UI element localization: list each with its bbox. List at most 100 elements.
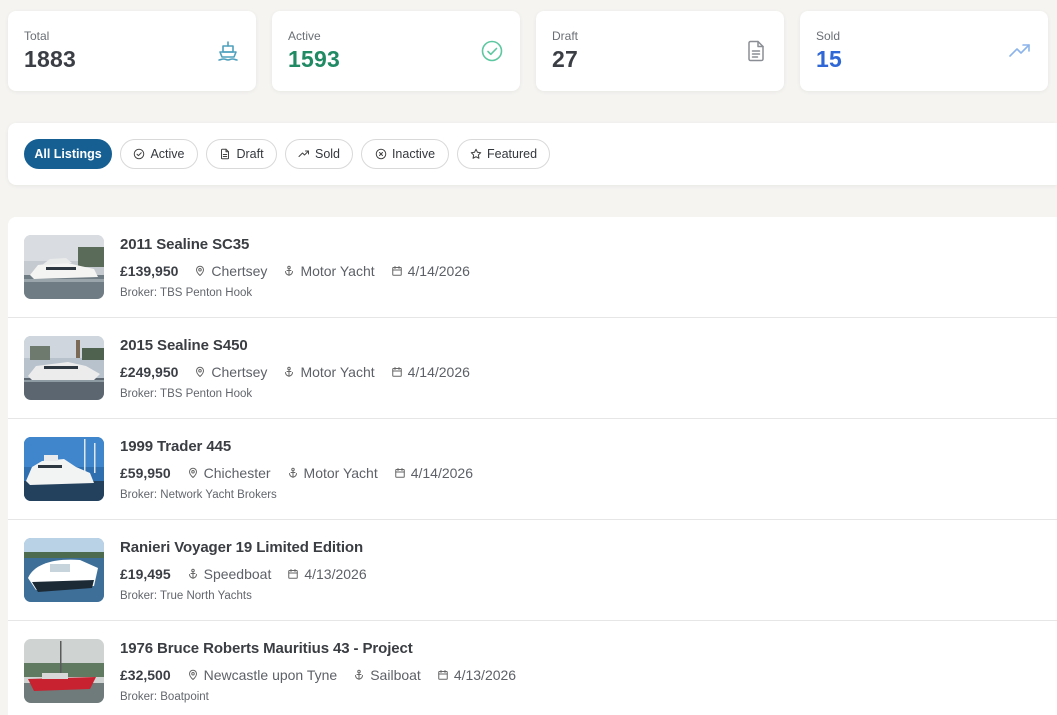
calendar-icon xyxy=(391,266,402,276)
listing-location-text: Chertsey xyxy=(211,364,268,380)
filter-inactive[interactable]: Inactive xyxy=(361,139,449,169)
listings-list: 2011 Sealine SC35 £139,950 Chertsey Moto… xyxy=(8,217,1057,715)
listing-meta: £19,495 Speedboat 4/13/2026 xyxy=(120,566,367,582)
yacht-icon xyxy=(218,41,238,61)
listing-thumbnail[interactable] xyxy=(24,538,104,602)
listing-date-text: 4/14/2026 xyxy=(407,364,470,380)
filter-label: All Listings xyxy=(34,147,102,161)
anchor-icon xyxy=(288,467,297,478)
listing-date: 4/14/2026 xyxy=(394,465,473,481)
filter-active[interactable]: Active xyxy=(120,139,198,169)
anchor-icon xyxy=(285,265,294,276)
listing-type: Sailboat xyxy=(353,667,421,683)
check-circle-icon xyxy=(134,148,145,160)
calendar-icon xyxy=(288,569,299,579)
listing-location-text: Chertsey xyxy=(211,263,268,279)
listing-location: Chichester xyxy=(187,465,271,481)
listing-type: Motor Yacht xyxy=(283,263,375,279)
listing-title[interactable]: Ranieri Voyager 19 Limited Edition xyxy=(120,539,363,556)
stat-card-total: Total 1883 xyxy=(8,11,256,91)
stat-label: Draft xyxy=(552,29,579,43)
filter-label: Active xyxy=(150,147,185,161)
listing-price: £249,950 xyxy=(120,364,179,380)
calendar-icon xyxy=(438,670,448,680)
listing-meta: £59,950 Chichester Motor Yacht 4/14/2026 xyxy=(120,465,473,481)
check-circle-icon xyxy=(481,40,503,62)
listing-thumbnail[interactable] xyxy=(24,235,104,299)
listing-thumbnail[interactable] xyxy=(24,639,104,703)
listing-broker: Broker: True North Yachts xyxy=(120,590,252,602)
anchor-icon xyxy=(355,669,364,680)
listing-title[interactable]: 1999 Trader 445 xyxy=(120,438,231,455)
listing-row[interactable]: 1999 Trader 445 £59,950 Chichester Motor… xyxy=(8,419,1057,520)
listing-type-text: Sailboat xyxy=(370,667,421,683)
listing-type-text: Motor Yacht xyxy=(300,364,375,380)
anchor-icon xyxy=(188,568,197,579)
listing-date-text: 4/14/2026 xyxy=(407,263,470,279)
calendar-icon xyxy=(391,367,402,377)
stat-label: Active xyxy=(288,29,321,43)
listing-row[interactable]: 1976 Bruce Roberts Mauritius 43 - Projec… xyxy=(8,621,1057,715)
listing-type-text: Speedboat xyxy=(203,566,272,582)
listing-title[interactable]: 2011 Sealine SC35 xyxy=(120,236,249,253)
filter-label: Sold xyxy=(314,147,341,161)
x-circle-icon xyxy=(375,148,387,160)
listing-broker: Broker: TBS Penton Hook xyxy=(120,388,253,400)
listing-date: 4/13/2026 xyxy=(437,667,516,683)
filter-bar: All Listings Active Draft Sold Inactive … xyxy=(8,123,1057,185)
filter-sold[interactable]: Sold xyxy=(285,139,353,169)
listing-row[interactable]: 2011 Sealine SC35 £139,950 Chertsey Moto… xyxy=(8,217,1057,318)
map-pin-icon xyxy=(188,467,197,478)
listing-type: Motor Yacht xyxy=(283,364,375,380)
stat-card-sold: Sold 15 xyxy=(800,11,1048,91)
listing-type-text: Motor Yacht xyxy=(300,263,375,279)
stat-value: 27 xyxy=(552,46,578,72)
document-icon xyxy=(221,148,230,160)
document-icon xyxy=(748,40,764,62)
filter-label: Inactive xyxy=(391,147,436,161)
stats-bar: Total 1883 Active 1593 Draft 27 Sold 15 xyxy=(8,11,1057,91)
map-pin-icon xyxy=(196,265,205,276)
listing-date: 4/14/2026 xyxy=(391,263,470,279)
anchor-icon xyxy=(285,366,294,377)
listing-broker: Broker: Network Yacht Brokers xyxy=(120,489,277,501)
listing-type-text: Motor Yacht xyxy=(303,465,378,481)
trending-up-icon xyxy=(1009,44,1030,57)
listing-location: Chertsey xyxy=(194,263,267,279)
listing-row[interactable]: Ranieri Voyager 19 Limited Edition £19,4… xyxy=(8,520,1057,621)
listing-meta: £249,950 Chertsey Motor Yacht 4/14/2026 xyxy=(120,364,470,380)
listing-row[interactable]: 2015 Sealine S450 £249,950 Chertsey Moto… xyxy=(8,318,1057,419)
filter-all-listings[interactable]: All Listings xyxy=(24,139,112,169)
listing-date-text: 4/14/2026 xyxy=(410,465,474,481)
listing-price: £32,500 xyxy=(120,667,171,683)
listing-title[interactable]: 2015 Sealine S450 xyxy=(120,337,248,354)
listing-price: £59,950 xyxy=(120,465,171,481)
listing-location-text: Newcastle upon Tyne xyxy=(203,667,338,683)
filter-label: Featured xyxy=(486,147,538,161)
stat-value: 1593 xyxy=(288,46,340,72)
star-icon xyxy=(470,148,482,159)
listing-thumbnail[interactable] xyxy=(24,336,104,400)
map-pin-icon xyxy=(196,366,205,377)
listing-broker: Broker: TBS Penton Hook xyxy=(120,287,253,299)
stat-card-active: Active 1593 xyxy=(272,11,520,91)
filter-draft[interactable]: Draft xyxy=(206,139,277,169)
listing-thumbnail[interactable] xyxy=(24,437,104,501)
stat-value: 1883 xyxy=(24,46,76,72)
listing-meta: £32,500 Newcastle upon Tyne Sailboat 4/1… xyxy=(120,667,516,683)
filter-label: Draft xyxy=(236,147,264,161)
listing-price: £19,495 xyxy=(120,566,171,582)
listing-price: £139,950 xyxy=(120,263,179,279)
filter-featured[interactable]: Featured xyxy=(457,139,550,169)
listing-date: 4/13/2026 xyxy=(287,566,367,582)
map-pin-icon xyxy=(188,669,197,680)
listing-title[interactable]: 1976 Bruce Roberts Mauritius 43 - Projec… xyxy=(120,640,413,657)
listing-location-text: Chichester xyxy=(203,465,271,481)
listing-date: 4/14/2026 xyxy=(391,364,470,380)
stat-value: 15 xyxy=(816,46,842,72)
listing-location: Newcastle upon Tyne xyxy=(187,667,338,683)
stat-card-draft: Draft 27 xyxy=(536,11,784,91)
listing-meta: £139,950 Chertsey Motor Yacht 4/14/2026 xyxy=(120,263,470,279)
stat-label: Sold xyxy=(816,29,841,43)
trending-up-icon xyxy=(298,150,309,157)
